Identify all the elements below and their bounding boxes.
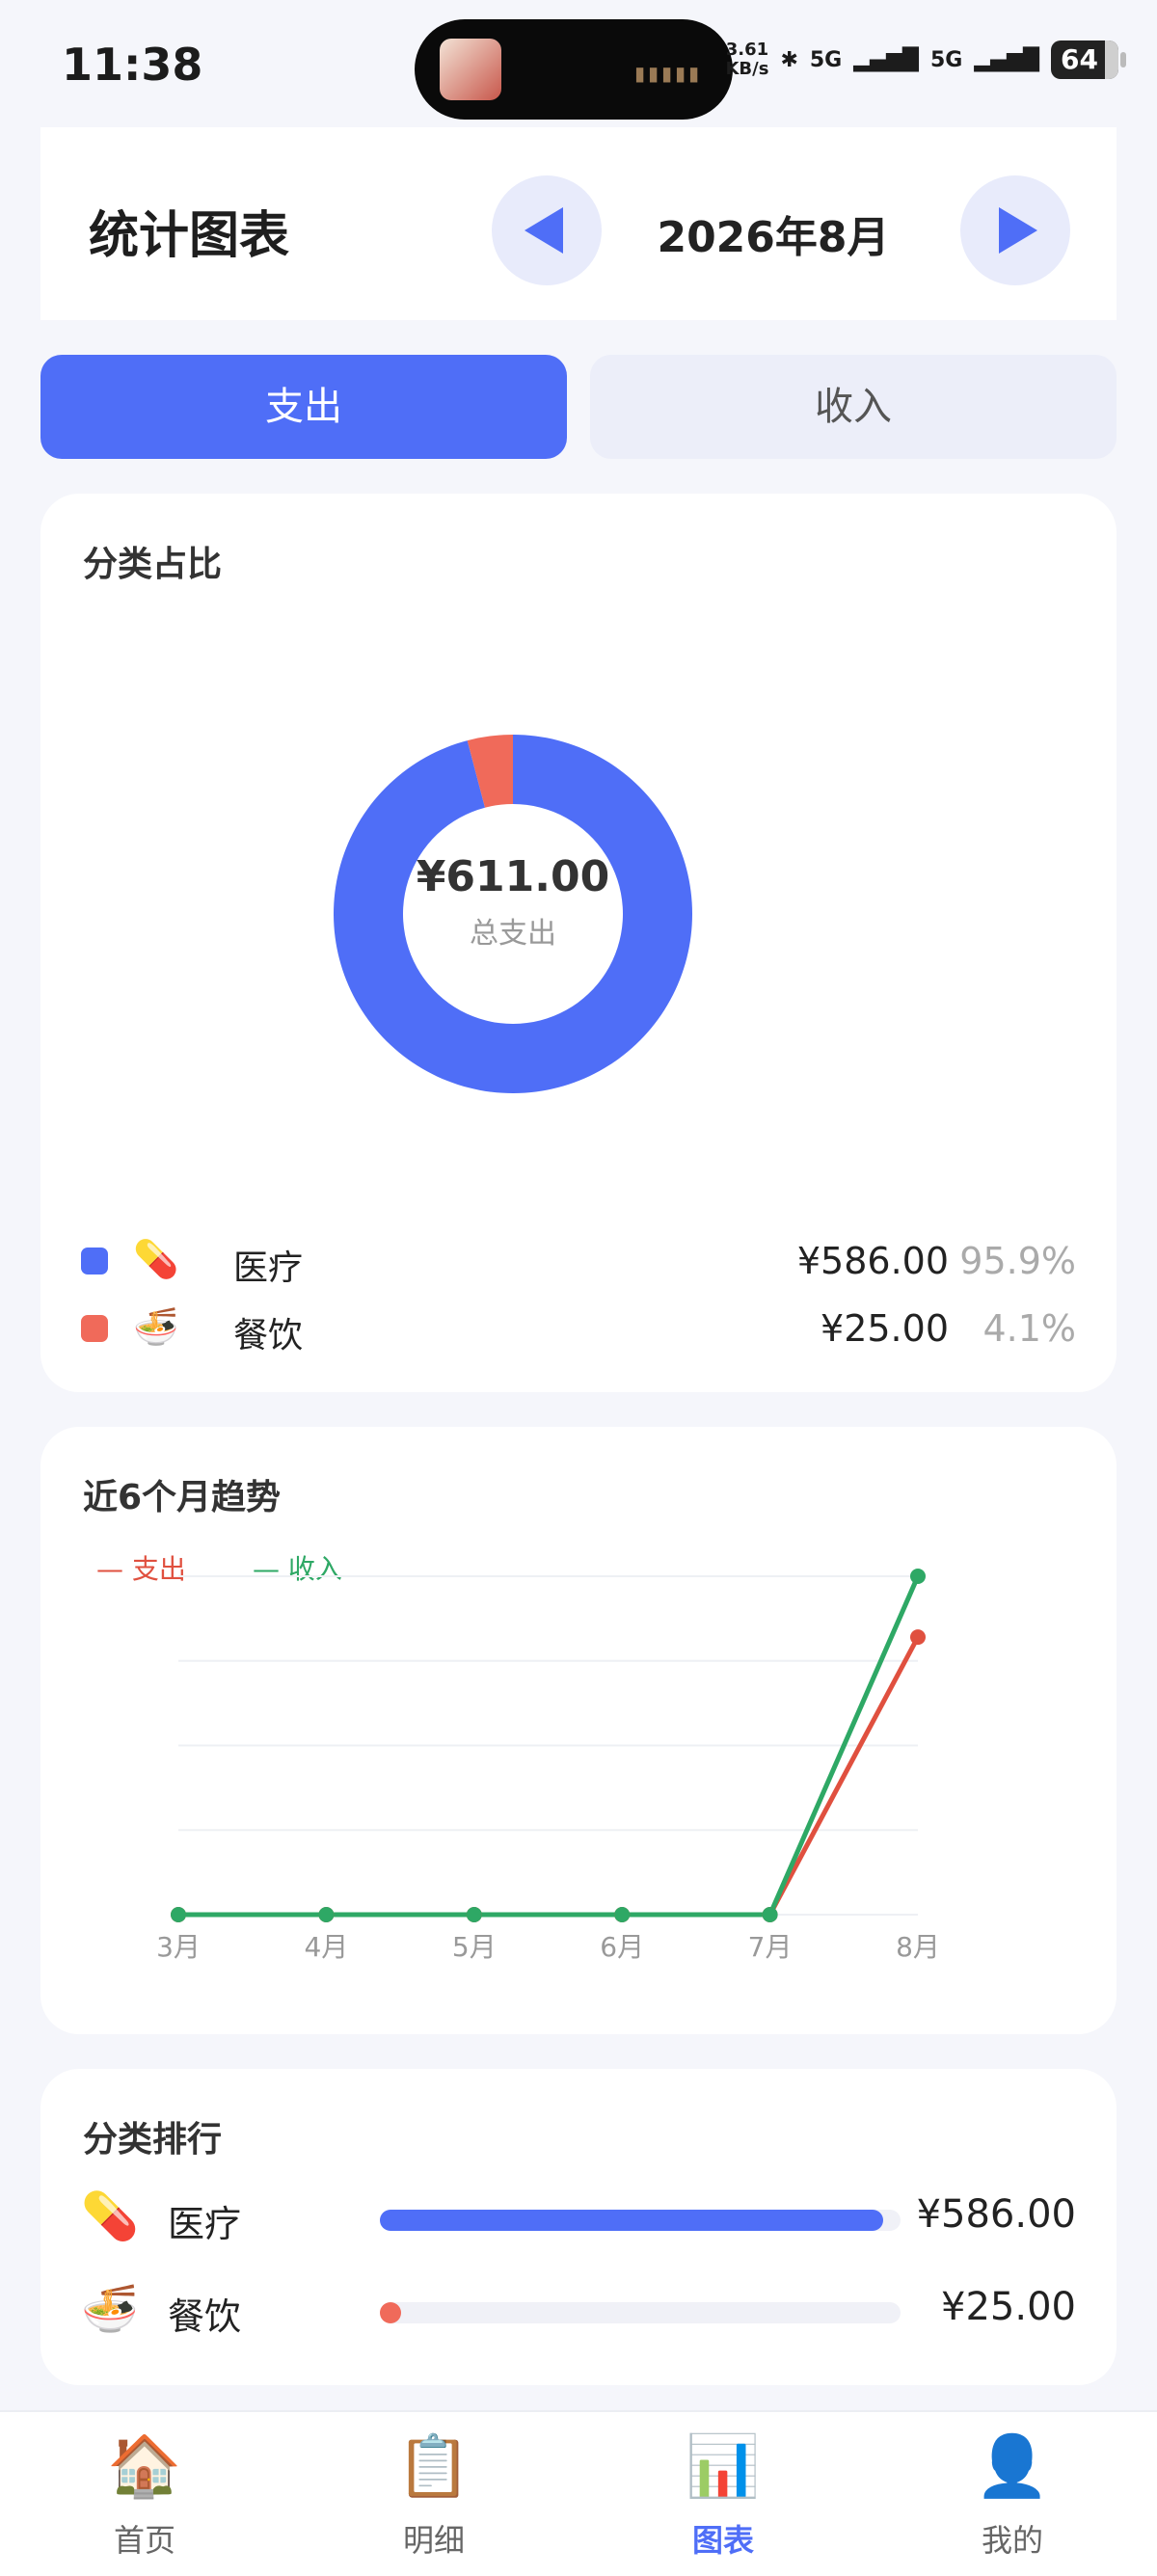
data-point-收入[interactable] bbox=[762, 1907, 778, 1922]
tab-home[interactable]: 🏠 首页 bbox=[0, 2412, 289, 2576]
rank-bar-track bbox=[380, 2302, 901, 2323]
rank-item[interactable]: 💊 医疗 ¥586.00 bbox=[81, 2185, 1076, 2252]
triangle-left-icon bbox=[525, 207, 563, 254]
legend-percent: 95.9% bbox=[959, 1240, 1076, 1282]
status-bar: 11:38 ▮▮▮▮▮ 3.61 KB/s ✱ 5G ▂▄▆█ 5G ▂▄▆█ … bbox=[0, 0, 1157, 125]
total-amount: ¥611.00 bbox=[416, 852, 610, 901]
legend-amount: ¥586.00 bbox=[796, 1240, 949, 1282]
category-share-card: 分类占比 ¥611.00 总支出 💊 医疗 ¥586.00 95.9% 🍜 餐饮… bbox=[40, 494, 1117, 1392]
battery-icon: 64 bbox=[1051, 40, 1126, 79]
legend-income: — 收入 bbox=[253, 1553, 342, 1585]
legend-amount: ¥25.00 bbox=[821, 1307, 949, 1350]
tab-mine-label: 我的 bbox=[981, 2522, 1043, 2559]
rank-name: 餐饮 bbox=[168, 2295, 242, 2338]
rank-bar-fill bbox=[380, 2210, 883, 2231]
signal-2-icon: ▂▄▆█ bbox=[974, 47, 1039, 72]
data-point-收入[interactable] bbox=[171, 1907, 186, 1922]
clipboard-icon: 📋 bbox=[396, 2430, 471, 2501]
noodles-icon: 🍜 bbox=[81, 2282, 139, 2336]
legend-percent: 4.1% bbox=[982, 1307, 1076, 1350]
rank-amount: ¥25.00 bbox=[941, 2285, 1076, 2329]
triangle-right-icon bbox=[999, 207, 1037, 254]
ranking-title: 分类排行 bbox=[83, 2120, 223, 2160]
status-icons: 3.61 KB/s ✱ 5G ▂▄▆█ 5G ▂▄▆█ 64 bbox=[725, 40, 1126, 79]
x-tick-label: 8月 bbox=[896, 1931, 940, 1963]
legend-item[interactable]: 💊 医疗 ¥586.00 95.9% bbox=[81, 1232, 1076, 1290]
bar-chart-icon: 📊 bbox=[686, 2430, 761, 2501]
battery-level: 64 bbox=[1061, 43, 1098, 75]
net-speed: 3.61 KB/s bbox=[725, 40, 768, 79]
island-thumbnail bbox=[440, 39, 501, 100]
ranking-card: 分类排行 💊 医疗 ¥586.00 🍜 餐饮 ¥25.00 bbox=[40, 2069, 1117, 2385]
data-point-支出[interactable] bbox=[910, 1629, 926, 1646]
trend-line-chart: — 支出 — 收入 3月 4月 5月 6月 7月 8月 bbox=[96, 1553, 940, 1963]
bottom-tab-bar: 🏠 首页 📋 明细 📊 图表 👤 我的 bbox=[0, 2410, 1157, 2576]
legend-color-swatch bbox=[81, 1248, 108, 1275]
net-speed-value: 3.61 bbox=[725, 40, 769, 60]
status-time: 11:38 bbox=[62, 39, 203, 91]
header-card: 统计图表 2026年8月 bbox=[40, 127, 1117, 320]
donut-center: ¥611.00 总支出 bbox=[334, 852, 692, 952]
data-point-收入[interactable] bbox=[318, 1907, 335, 1922]
tab-charts[interactable]: 📊 图表 bbox=[578, 2412, 868, 2576]
tab-charts-label: 图表 bbox=[691, 2522, 754, 2559]
legend-expense: — 支出 bbox=[96, 1553, 186, 1585]
signal-1-icon: ▂▄▆█ bbox=[853, 47, 919, 72]
page-title: 统计图表 bbox=[89, 207, 290, 265]
tab-mine[interactable]: 👤 我的 bbox=[868, 2412, 1157, 2576]
data-point-收入[interactable] bbox=[466, 1907, 482, 1922]
island-waveform-icon: ▮▮▮▮▮ bbox=[633, 62, 702, 85]
category-share-title: 分类占比 bbox=[83, 545, 223, 584]
legend-item[interactable]: 🍜 餐饮 ¥25.00 4.1% bbox=[81, 1300, 1076, 1357]
x-tick-label: 4月 bbox=[304, 1931, 348, 1963]
x-tick-label: 3月 bbox=[156, 1931, 201, 1963]
rank-item[interactable]: 🍜 餐饮 ¥25.00 bbox=[81, 2277, 1076, 2345]
house-icon: 🏠 bbox=[107, 2430, 182, 2501]
trend-card: 近6个月趋势 — 支出 — 收入 3月 4月 5月 6月 7月 8月 bbox=[40, 1427, 1117, 2034]
legend-name: 餐饮 bbox=[233, 1316, 304, 1355]
tab-home-label: 首页 bbox=[113, 2522, 175, 2559]
prev-month-button[interactable] bbox=[492, 175, 602, 285]
data-point-收入[interactable] bbox=[614, 1907, 631, 1922]
rank-bar-fill bbox=[380, 2302, 401, 2323]
total-label: 总支出 bbox=[470, 917, 556, 951]
pill-icon: 💊 bbox=[133, 1238, 179, 1280]
bluetooth-icon: ✱ bbox=[780, 47, 798, 72]
legend-color-swatch bbox=[81, 1315, 108, 1342]
rank-amount: ¥586.00 bbox=[916, 2192, 1076, 2237]
dynamic-island[interactable]: ▮▮▮▮▮ bbox=[415, 19, 733, 120]
pill-icon: 💊 bbox=[81, 2189, 139, 2243]
rank-name: 医疗 bbox=[168, 2203, 242, 2245]
tab-income[interactable]: 收入 bbox=[590, 355, 1117, 459]
network-2-label: 5G bbox=[929, 47, 963, 72]
tab-details-label: 明细 bbox=[402, 2522, 465, 2559]
x-tick-label: 7月 bbox=[748, 1931, 793, 1963]
noodles-icon: 🍜 bbox=[133, 1305, 179, 1348]
tab-expense[interactable]: 支出 bbox=[40, 355, 567, 459]
x-tick-label: 6月 bbox=[600, 1931, 644, 1963]
x-tick-label: 5月 bbox=[452, 1931, 497, 1963]
month-label: 2026年8月 bbox=[657, 213, 890, 262]
user-icon: 👤 bbox=[975, 2430, 1050, 2501]
tab-details[interactable]: 📋 明细 bbox=[289, 2412, 578, 2576]
next-month-button[interactable] bbox=[960, 175, 1070, 285]
legend-name: 医疗 bbox=[233, 1248, 304, 1288]
rank-bar-track bbox=[380, 2210, 901, 2231]
data-point-收入[interactable] bbox=[910, 1569, 926, 1584]
series-line-支出 bbox=[178, 1635, 921, 1918]
net-speed-unit: KB/s bbox=[725, 59, 769, 79]
network-1-label: 5G bbox=[809, 47, 843, 72]
